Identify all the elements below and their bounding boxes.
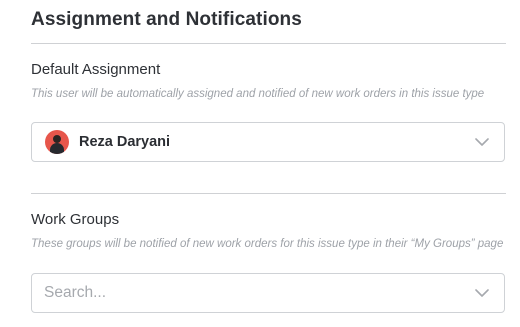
selected-user-name: Reza Daryani xyxy=(79,134,171,150)
avatar-body xyxy=(50,143,64,154)
field-divider xyxy=(31,193,506,194)
work-groups-help-text: These groups will be notified of new wor… xyxy=(31,238,504,250)
user-avatar-icon xyxy=(45,130,69,154)
default-assignment-help-text: This user will be automatically assigned… xyxy=(31,88,485,100)
chevron-down-icon[interactable] xyxy=(475,138,489,146)
avatar-head xyxy=(53,135,61,143)
default-assignment-label: Default Assignment xyxy=(31,61,161,78)
work-groups-search-select[interactable]: Search... xyxy=(31,273,505,313)
section-divider xyxy=(31,43,506,44)
default-assignment-select[interactable]: Reza Daryani xyxy=(31,122,505,162)
work-groups-search-placeholder[interactable]: Search... xyxy=(44,284,106,302)
assignment-notifications-panel: Assignment and Notifications Default Ass… xyxy=(0,0,520,327)
section-title: Assignment and Notifications xyxy=(31,9,302,30)
work-groups-label: Work Groups xyxy=(31,211,120,228)
chevron-down-icon[interactable] xyxy=(475,289,489,297)
